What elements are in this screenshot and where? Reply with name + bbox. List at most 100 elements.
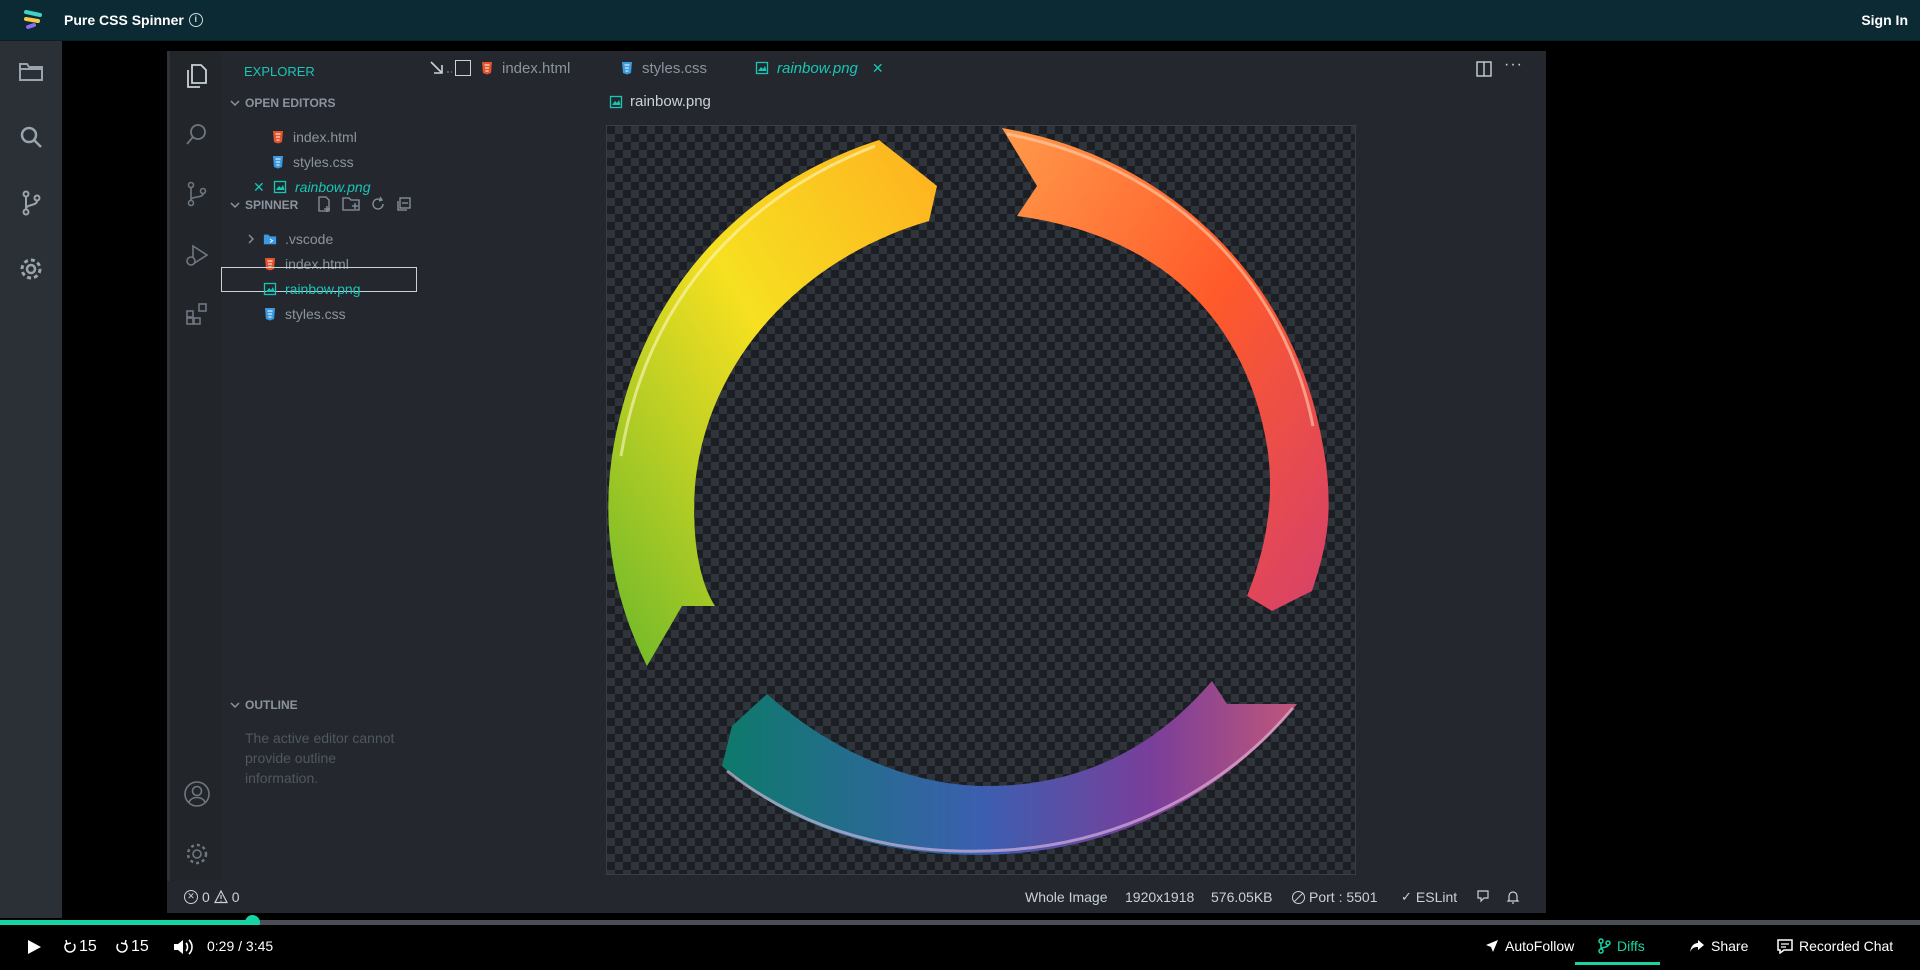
tab-label: styles.css [642, 59, 708, 77]
html-file-icon [480, 61, 494, 75]
outline-label: OUTLINE [245, 698, 298, 712]
recorded-chat-button[interactable]: Recorded Chat [1777, 938, 1893, 954]
image-preview[interactable] [606, 125, 1356, 875]
share-arrow-icon [1690, 940, 1704, 952]
more-actions-icon[interactable]: ··· [1504, 56, 1523, 74]
info-icon[interactable]: i [188, 13, 203, 27]
close-icon[interactable]: ✕ [872, 60, 884, 77]
port-label: Port : 5501 [1309, 889, 1378, 905]
open-editor-item[interactable]: index.html [271, 126, 357, 148]
settings-gear-icon[interactable] [181, 838, 213, 870]
breadcrumb[interactable]: rainbow.png [609, 93, 711, 110]
folder-name: .vscode [285, 231, 334, 247]
double-check-icon: ✓ [1401, 889, 1412, 904]
play-icon[interactable] [25, 938, 43, 956]
rainbow-ring-image [608, 128, 1329, 855]
eslint-status[interactable]: ✓ ESLint [1401, 889, 1457, 905]
run-debug-icon[interactable] [181, 239, 213, 271]
feedback-icon[interactable] [1476, 889, 1492, 905]
live-server-port[interactable]: Port : 5501 [1292, 889, 1378, 905]
file-item-selected[interactable]: rainbow.png [263, 278, 361, 300]
top-bar: Pure CSS Spinner i Sign In [0, 0, 1920, 41]
file-name: styles.css [285, 306, 346, 322]
new-folder-icon[interactable] [341, 195, 361, 213]
volume-icon[interactable] [172, 937, 194, 957]
autofollow-button[interactable]: AutoFollow [1485, 938, 1574, 954]
bell-icon[interactable] [1505, 889, 1521, 905]
open-editor-item[interactable]: styles.css [271, 151, 354, 173]
file-name: rainbow.png [295, 179, 371, 195]
share-label: Share [1711, 938, 1749, 954]
html-file-icon [271, 130, 285, 144]
tab-label: index.html [502, 59, 571, 77]
sign-in-button[interactable]: Sign In [1861, 12, 1908, 28]
tab-rainbow-png[interactable]: rainbow.png ✕ [755, 51, 884, 85]
chevron-down-icon [230, 702, 240, 709]
split-editor-icon[interactable] [1475, 60, 1493, 78]
project-label: SPINNER [245, 198, 299, 212]
refresh-icon[interactable] [369, 195, 387, 213]
gear-icon[interactable] [15, 253, 47, 285]
problems-indicator[interactable]: ✕ 0 0 [184, 889, 240, 905]
spinner-folder-header[interactable]: SPINNER [228, 198, 298, 212]
player-bar: 15 15 0:29 / 3:45 AutoFollow Diffs Share… [0, 925, 1920, 970]
status-bar: ✕ 0 0 Whole Image 1920x1918 576.05KB Por… [167, 881, 1546, 913]
diffs-label: Diffs [1617, 938, 1645, 954]
file-name: styles.css [293, 154, 354, 170]
new-file-icon[interactable] [315, 195, 333, 213]
collapse-all-icon[interactable] [395, 195, 413, 213]
image-dimensions: 1920x1918 [1125, 889, 1195, 905]
forward-15-button[interactable]: 15 [115, 938, 149, 956]
search-icon[interactable] [15, 121, 47, 153]
checkbox-icon[interactable] [455, 60, 471, 76]
arrow-down-right-icon[interactable] [428, 59, 454, 79]
forward-icon [116, 939, 128, 953]
image-file-icon [609, 95, 623, 109]
open-editors-header[interactable]: OPEN EDITORS [228, 96, 335, 110]
tab-index-html[interactable]: index.html [480, 51, 570, 85]
folder-icon[interactable] [15, 55, 47, 87]
account-icon[interactable] [181, 778, 213, 810]
image-file-icon [263, 282, 277, 296]
folder-vscode[interactable]: .vscode [245, 228, 333, 250]
editor-window: EXPLORER OPEN EDITORS index.html styles.… [167, 51, 1546, 913]
outline-header[interactable]: OUTLINE [228, 698, 298, 712]
source-control-icon[interactable] [15, 187, 47, 219]
branch-icon [1598, 938, 1611, 954]
css-file-icon [263, 307, 277, 321]
css-file-icon [620, 61, 634, 75]
tab-styles-css[interactable]: styles.css [620, 51, 707, 85]
open-editors-label: OPEN EDITORS [245, 96, 336, 110]
zoom-mode[interactable]: Whole Image [1025, 889, 1107, 905]
no-entry-icon [1292, 890, 1305, 904]
files-icon[interactable] [181, 60, 213, 92]
activity-bar [167, 51, 221, 913]
diffs-button[interactable]: Diffs [1575, 938, 1660, 965]
rewind-15-button[interactable]: 15 [63, 938, 97, 956]
file-name: rainbow.png [285, 281, 361, 297]
file-name: index.html [293, 129, 357, 145]
close-icon[interactable]: ✕ [253, 179, 265, 196]
explorer-title: EXPLORER [244, 64, 315, 79]
scrimba-logo-icon[interactable] [20, 6, 48, 34]
chevron-down-icon [230, 100, 240, 107]
file-item[interactable]: styles.css [263, 303, 346, 325]
forward-label: 15 [131, 938, 149, 955]
share-button[interactable]: Share [1689, 938, 1748, 954]
error-icon: ✕ [184, 890, 198, 904]
rewind-icon [64, 939, 76, 953]
editor-tab-bar: index.html styles.css rainbow.png ✕ ··· [428, 51, 1546, 85]
chevron-down-icon [230, 202, 240, 209]
playback-time: 0:29 / 3:45 [207, 938, 274, 954]
image-file-icon [755, 61, 769, 75]
search-icon[interactable] [181, 118, 213, 150]
source-control-icon[interactable] [181, 178, 213, 210]
error-count: 0 [202, 889, 210, 905]
explorer-toolbar [315, 195, 413, 213]
image-size: 576.05KB [1211, 889, 1273, 905]
chat-icon [1777, 938, 1793, 954]
extensions-icon[interactable] [181, 298, 213, 330]
rewind-label: 15 [79, 938, 97, 955]
warning-count: 0 [231, 889, 240, 905]
app-rail [0, 41, 62, 918]
